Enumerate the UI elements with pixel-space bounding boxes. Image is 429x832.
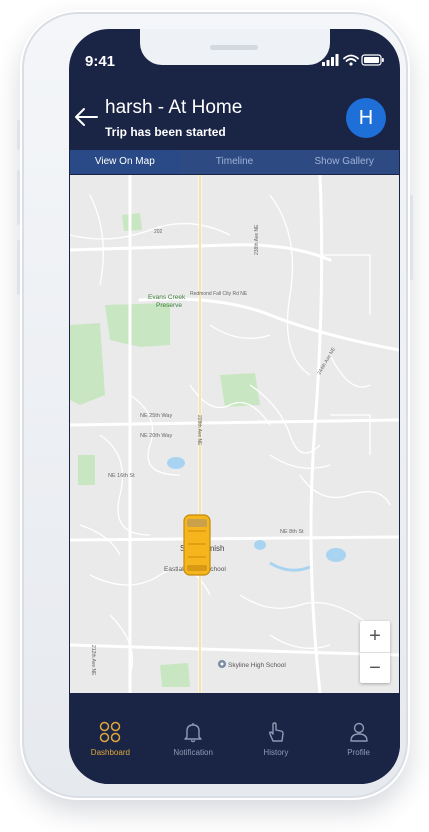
map-label-route-202: 202 [154, 229, 163, 235]
zoom-controls: + − [360, 621, 390, 683]
tab-timeline[interactable]: Timeline [180, 150, 290, 174]
tap-hand-icon [268, 722, 284, 742]
user-icon [349, 722, 368, 742]
map-view[interactable]: Evans Creek Preserve Redmond Fall City R… [70, 175, 399, 693]
zoom-in-button[interactable]: + [360, 621, 390, 652]
major-roads [70, 175, 399, 693]
zoom-out-button[interactable]: − [360, 653, 390, 684]
back-button[interactable] [73, 105, 99, 129]
dashboard-icon [100, 721, 121, 743]
speaker [210, 45, 258, 50]
school-bus-marker[interactable] [182, 513, 212, 577]
map-label-preserve-1: Evans Creek [148, 294, 186, 301]
map-label-16th-st: NE 16th St [108, 473, 135, 479]
map-label-20th-way: NE 20th Way [140, 433, 172, 439]
school-pin-icon [218, 660, 226, 668]
nav-profile[interactable]: Profile [317, 693, 400, 784]
tab-show-gallery[interactable]: Show Gallery [289, 150, 399, 174]
signal-icon [322, 54, 339, 66]
battery-icon [361, 54, 384, 66]
map-label-8th-st: NE 8th St [280, 529, 304, 535]
avatar[interactable]: H [346, 98, 386, 138]
notch [140, 29, 330, 65]
map-label-fall-city: Redmond Fall City Rd NE [190, 291, 248, 297]
phone-screen: 9:41 harsh - At Home Trip has been start… [69, 29, 400, 784]
back-arrow-icon [75, 108, 98, 126]
trip-status: Trip has been started [105, 125, 226, 139]
bottom-nav: Dashboard Notification History Profile [69, 693, 400, 784]
map-canvas: Evans Creek Preserve Redmond Fall City R… [70, 175, 399, 693]
phone-frame: 9:41 harsh - At Home Trip has been start… [17, 10, 413, 800]
nav-history[interactable]: History [235, 693, 318, 784]
map-label-preserve-2: Preserve [156, 302, 182, 309]
bell-icon [184, 723, 202, 743]
nav-label-notification: Notification [173, 748, 213, 757]
nav-label-dashboard: Dashboard [90, 748, 130, 757]
trip-header: harsh - At Home Trip has been started H [69, 89, 400, 151]
page-title: harsh - At Home [105, 97, 243, 118]
map-label-228th: 228th Ave NE [196, 415, 202, 446]
park-areas [70, 213, 260, 687]
map-label-238th: 238th Ave NE [254, 224, 260, 255]
wifi-icon [343, 54, 359, 62]
mute-switch [17, 120, 20, 150]
status-icons [322, 53, 384, 67]
map-label-212th: 212th Ave NE [90, 645, 96, 676]
school-bus-icon [183, 514, 211, 576]
nav-label-history: History [263, 748, 289, 757]
map-label-skyline: Skyline High School [228, 662, 286, 669]
volume-up-button [17, 170, 20, 225]
tab-bar: View On Map Timeline Show Gallery [70, 150, 399, 174]
map-label-25th-way: NE 25th Way [140, 413, 172, 419]
power-button [410, 195, 413, 280]
nav-dashboard[interactable]: Dashboard [69, 693, 152, 784]
status-time: 9:41 [85, 53, 116, 70]
tab-view-on-map[interactable]: View On Map [70, 150, 180, 174]
nav-notification[interactable]: Notification [152, 693, 235, 784]
nav-label-profile: Profile [347, 748, 370, 757]
minor-streets [70, 194, 391, 676]
volume-down-button [17, 240, 20, 295]
